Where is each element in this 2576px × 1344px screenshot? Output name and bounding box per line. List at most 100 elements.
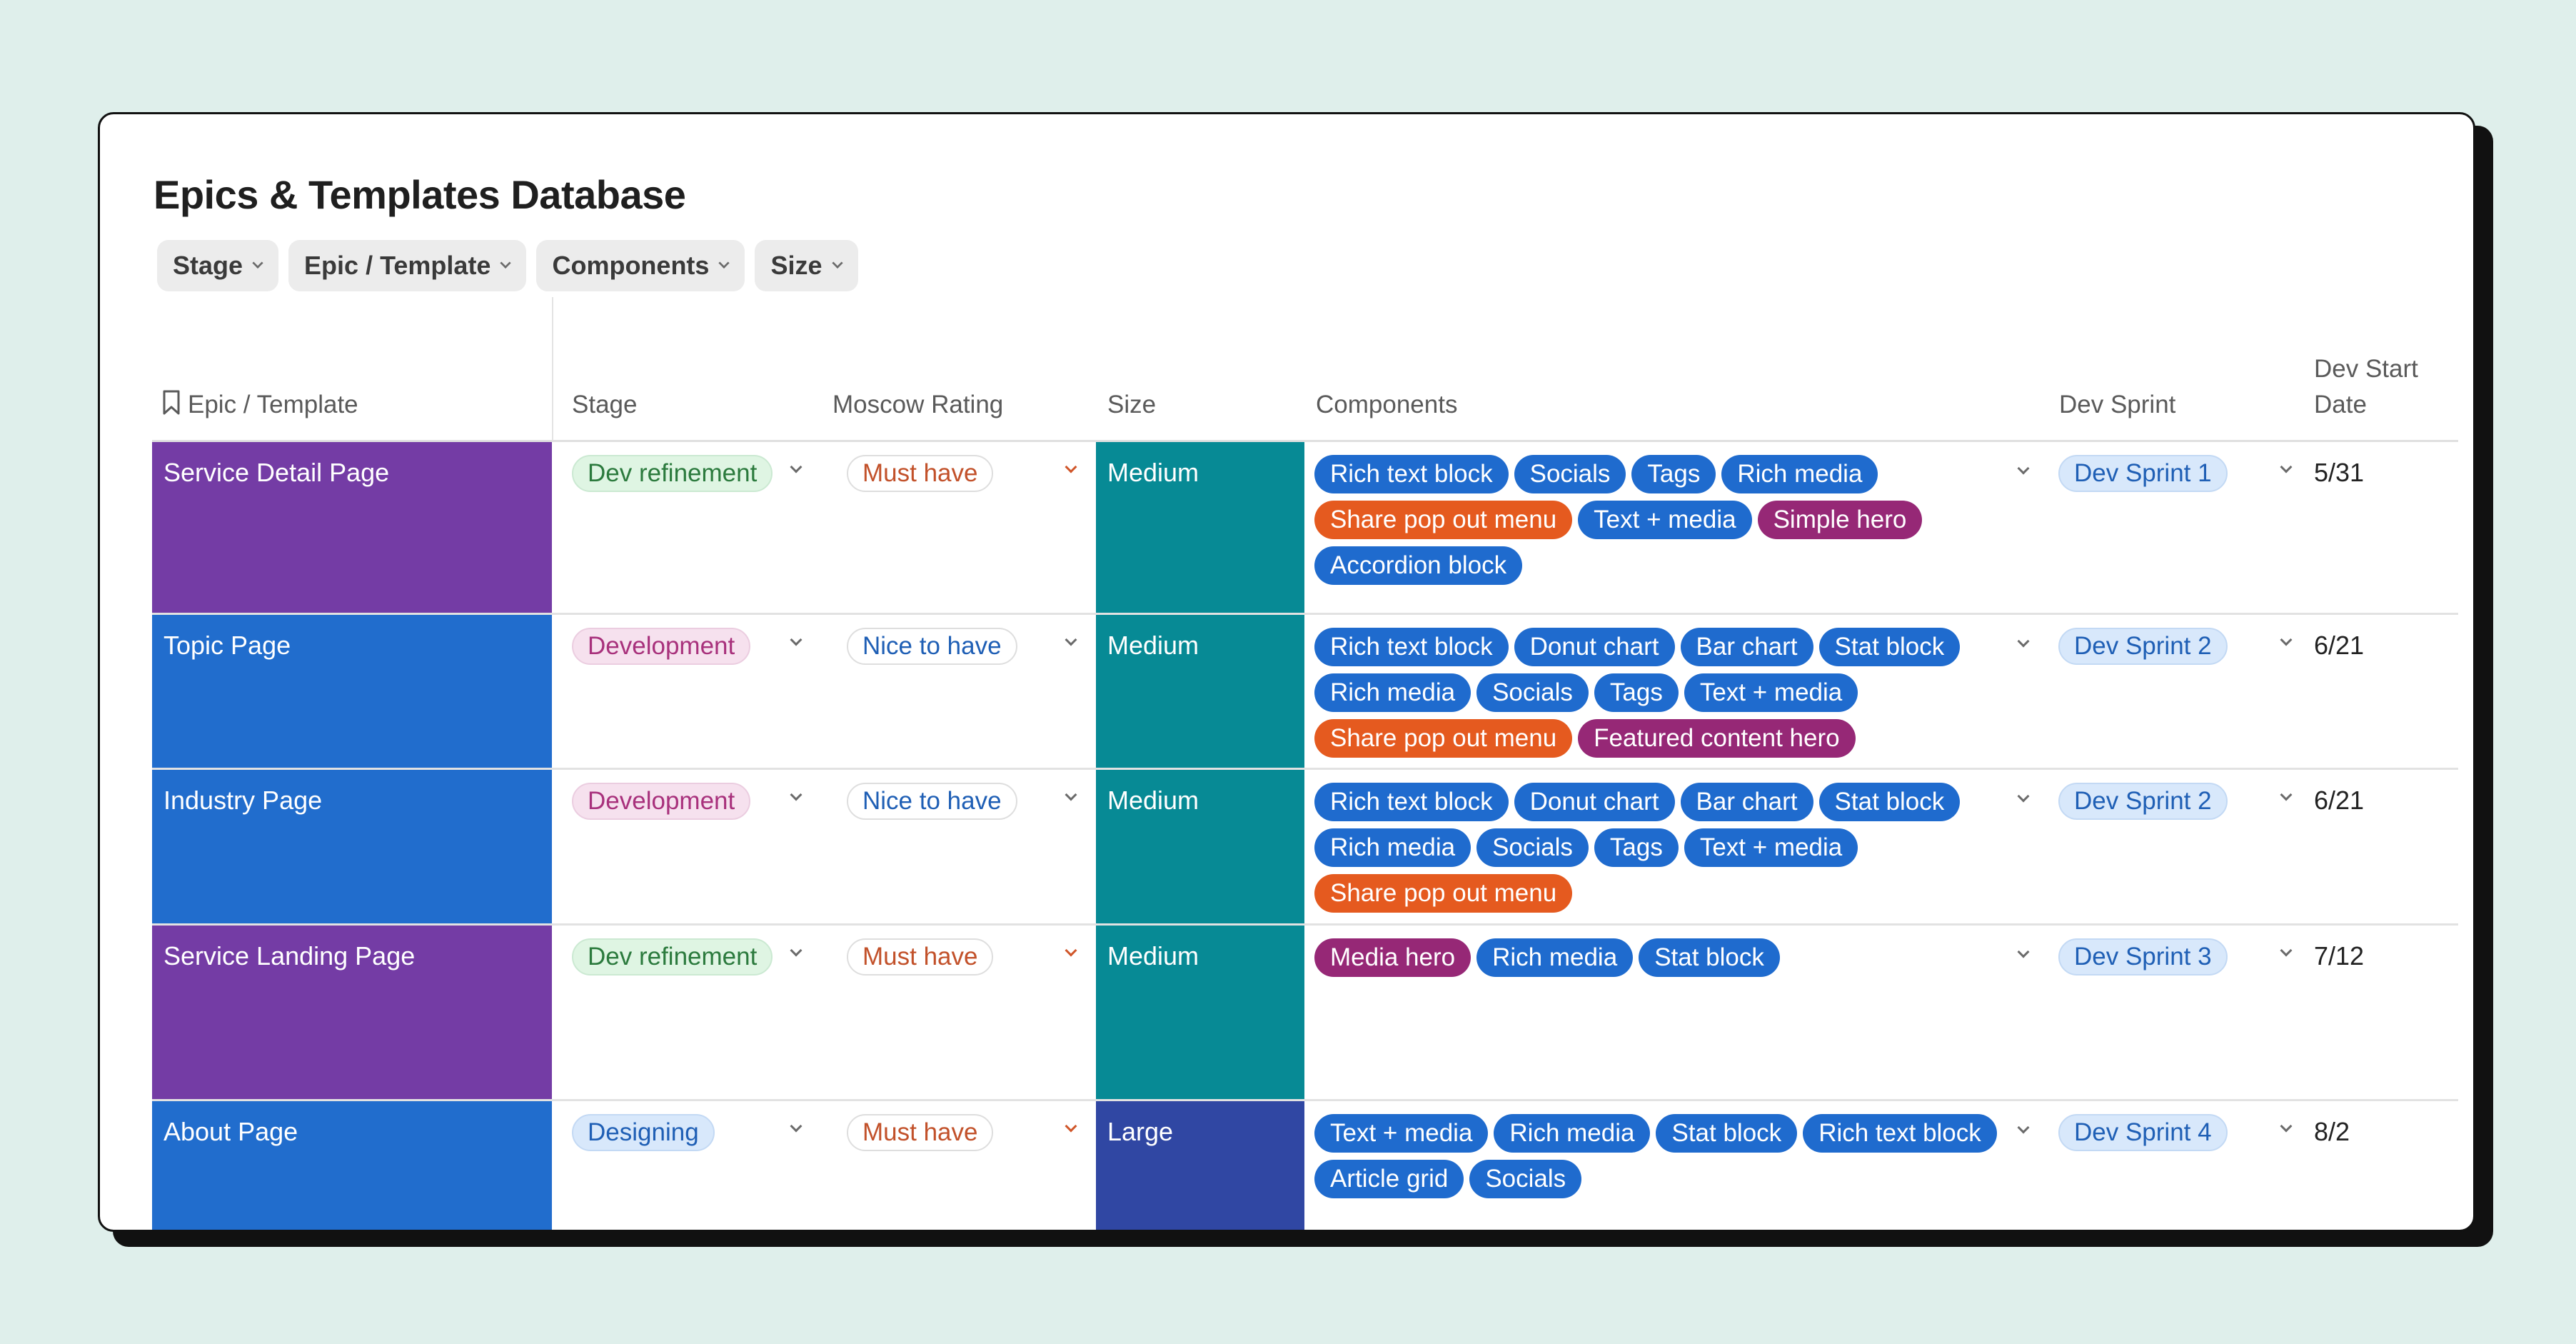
epic-cell[interactable]: Industry Page (152, 770, 552, 923)
size-cell[interactable]: Medium (1096, 442, 1304, 613)
component-tag: Socials (1469, 1160, 1582, 1198)
column-header-sprint[interactable]: Dev Sprint (2059, 387, 2175, 423)
chevron-down-icon[interactable] (2281, 1124, 2291, 1134)
chevron-down-icon[interactable] (791, 948, 801, 958)
filter-components[interactable]: Components (536, 240, 745, 291)
epic-name: Service Landing Page (163, 941, 416, 971)
column-header-moscow[interactable]: Moscow Rating (832, 387, 1003, 423)
components-cell[interactable]: Text + media Rich media Stat block Rich tex… (1304, 1101, 2047, 1230)
chevron-down-icon[interactable] (2018, 639, 2028, 649)
column-divider (552, 297, 553, 440)
column-header-components[interactable]: Components (1316, 387, 1457, 423)
moscow-cell[interactable]: Must have (821, 442, 1096, 613)
moscow-cell[interactable]: Nice to have (821, 770, 1096, 923)
sprint-cell[interactable]: Dev Sprint 3 (2047, 926, 2303, 1099)
database-card: Epics & Templates Database Stage Epic / … (98, 112, 2475, 1232)
component-tag: Stat block (1818, 628, 1961, 666)
table-row[interactable]: Service Detail Page Dev refinement Must … (152, 442, 2458, 615)
stage-cell[interactable]: Dev refinement (552, 926, 821, 1099)
chevron-down-icon[interactable] (791, 465, 801, 475)
filter-stage[interactable]: Stage (157, 240, 279, 291)
date-cell[interactable]: 5/31 (2303, 442, 2458, 613)
chevron-down-icon[interactable] (2018, 1125, 2028, 1135)
component-tag: Donut chart (1514, 628, 1675, 666)
component-tag: Bar chart (1680, 783, 1813, 821)
sprint-badge: Dev Sprint 2 (2058, 628, 2228, 665)
table-row[interactable]: Topic Page Development Nice to have Medi… (152, 615, 2458, 770)
chevron-down-icon[interactable] (2018, 794, 2028, 804)
size-cell[interactable]: Large (1096, 1101, 1304, 1230)
sprint-cell[interactable]: Dev Sprint 2 (2047, 615, 2303, 768)
date-cell[interactable]: 8/2 (2303, 1101, 2458, 1230)
chevron-down-icon (832, 261, 842, 271)
epic-name: Service Detail Page (163, 458, 390, 487)
filter-label: Stage (173, 251, 243, 280)
sprint-cell[interactable]: Dev Sprint 2 (2047, 770, 2303, 923)
column-header-date[interactable]: Dev Start Date (2314, 351, 2457, 423)
moscow-cell[interactable]: Must have (821, 926, 1096, 1099)
components-cell[interactable]: Rich text block Donut chart Bar chart Stat … (1304, 770, 2047, 923)
component-tag: Rich text block (1314, 455, 1509, 493)
chevron-down-icon[interactable] (2281, 638, 2291, 648)
stage-cell[interactable]: Development (552, 770, 821, 923)
chevron-down-icon[interactable] (791, 638, 801, 648)
date-cell[interactable]: 7/12 (2303, 926, 2458, 1099)
filter-bar: Stage Epic / Template Components Size (157, 240, 858, 291)
size-value: Large (1107, 1117, 1174, 1146)
chevron-down-icon[interactable] (1066, 465, 1076, 475)
stage-badge: Dev refinement (572, 938, 773, 976)
size-value: Medium (1107, 458, 1199, 487)
chevron-down-icon[interactable] (791, 1124, 801, 1134)
components-cell[interactable]: Rich text block Donut chart Bar chart Stat … (1304, 615, 2047, 768)
component-tags: Rich text block Donut chart Bar chart Stat … (1314, 628, 2000, 758)
table-row[interactable]: About Page Designing Must have Large Tex… (152, 1101, 2458, 1230)
component-tag: Rich text block (1314, 783, 1509, 821)
epic-cell[interactable]: Service Detail Page (152, 442, 552, 613)
components-cell[interactable]: Rich text block Socials Tags Rich media Shar… (1304, 442, 2047, 613)
chevron-down-icon[interactable] (1066, 1124, 1076, 1134)
sprint-cell[interactable]: Dev Sprint 1 (2047, 442, 2303, 613)
chevron-down-icon (501, 261, 510, 271)
component-tag: Donut chart (1514, 783, 1675, 821)
stage-cell[interactable]: Designing (552, 1101, 821, 1230)
component-tags: Text + media Rich media Stat block Rich tex… (1314, 1114, 2000, 1198)
chevron-down-icon[interactable] (2018, 466, 2028, 476)
moscow-badge: Must have (847, 938, 994, 976)
column-header-size[interactable]: Size (1107, 387, 1156, 423)
chevron-down-icon[interactable] (1066, 638, 1076, 648)
stage-cell[interactable]: Development (552, 615, 821, 768)
component-tag: Stat block (1656, 1114, 1798, 1153)
size-cell[interactable]: Medium (1096, 615, 1304, 768)
table-row[interactable]: Service Landing Page Dev refinement Must… (152, 926, 2458, 1101)
column-header-stage[interactable]: Stage (572, 387, 637, 423)
component-tag: Text + media (1684, 673, 1858, 712)
column-header-epic[interactable]: Epic / Template (162, 387, 358, 423)
size-cell[interactable]: Medium (1096, 926, 1304, 1099)
moscow-cell[interactable]: Nice to have (821, 615, 1096, 768)
epic-cell[interactable]: Service Landing Page (152, 926, 552, 1099)
chevron-down-icon[interactable] (1066, 948, 1076, 958)
component-tag: Article grid (1314, 1160, 1464, 1198)
size-cell[interactable]: Medium (1096, 770, 1304, 923)
chevron-down-icon[interactable] (2018, 950, 2028, 960)
size-value: Medium (1107, 631, 1199, 660)
sprint-cell[interactable]: Dev Sprint 4 (2047, 1101, 2303, 1230)
component-tag: Simple hero (1757, 501, 1923, 539)
stage-cell[interactable]: Dev refinement (552, 442, 821, 613)
moscow-cell[interactable]: Must have (821, 1101, 1096, 1230)
table-row[interactable]: Industry Page Development Nice to have M… (152, 770, 2458, 926)
stage-badge: Dev refinement (572, 455, 773, 492)
date-cell[interactable]: 6/21 (2303, 770, 2458, 923)
chevron-down-icon[interactable] (791, 793, 801, 803)
page-title: Epics & Templates Database (154, 172, 686, 217)
chevron-down-icon[interactable] (2281, 948, 2291, 958)
date-cell[interactable]: 6/21 (2303, 615, 2458, 768)
epic-cell[interactable]: Topic Page (152, 615, 552, 768)
filter-size[interactable]: Size (755, 240, 858, 291)
components-cell[interactable]: Media hero Rich media Stat block (1304, 926, 2047, 1099)
epic-cell[interactable]: About Page (152, 1101, 552, 1230)
chevron-down-icon[interactable] (1066, 793, 1076, 803)
chevron-down-icon[interactable] (2281, 465, 2291, 475)
chevron-down-icon[interactable] (2281, 793, 2291, 803)
filter-epic-template[interactable]: Epic / Template (288, 240, 527, 291)
